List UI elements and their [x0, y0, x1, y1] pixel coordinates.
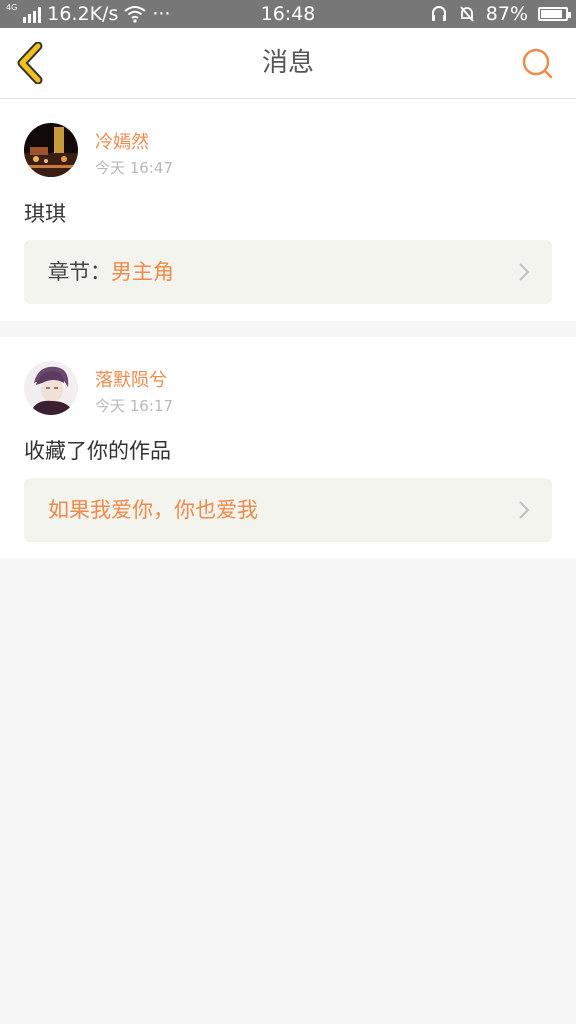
chevron-right-icon	[519, 263, 530, 281]
page-title: 消息	[261, 48, 314, 78]
message-card: 冷嫣然 今天 16:47 琪琪 章节：男主角	[0, 99, 576, 321]
battery-percent: 87%	[485, 3, 528, 25]
header: 消息	[0, 28, 576, 99]
chapter-label: 章节：	[48, 260, 111, 284]
work-title: 如果我爱你，你也爱我	[48, 498, 258, 522]
headphones-icon	[431, 6, 446, 21]
message-text: 琪琪	[24, 202, 66, 226]
search-icon[interactable]	[520, 46, 554, 80]
timestamp: 今天 16:47	[95, 159, 173, 177]
work-link[interactable]: 如果我爱你，你也爱我	[24, 478, 552, 542]
chevron-right-icon	[519, 501, 530, 519]
username[interactable]: 落默陨兮	[95, 366, 167, 392]
timestamp: 今天 16:17	[95, 397, 173, 415]
message-text: 收藏了你的作品	[24, 439, 171, 463]
bell-muted-icon	[460, 6, 474, 22]
chapter-title: 男主角	[111, 260, 174, 284]
chapter-link[interactable]: 章节：男主角	[24, 240, 552, 304]
avatar[interactable]	[24, 361, 78, 415]
status-bar: 4G 16.2K/s ··· 16:48 87%	[0, 0, 576, 28]
username[interactable]: 冷嫣然	[95, 128, 149, 154]
message-card: 落默陨兮 今天 16:17 收藏了你的作品 如果我爱你，你也爱我	[0, 337, 576, 558]
avatar[interactable]	[24, 123, 78, 177]
battery-icon	[538, 7, 571, 21]
